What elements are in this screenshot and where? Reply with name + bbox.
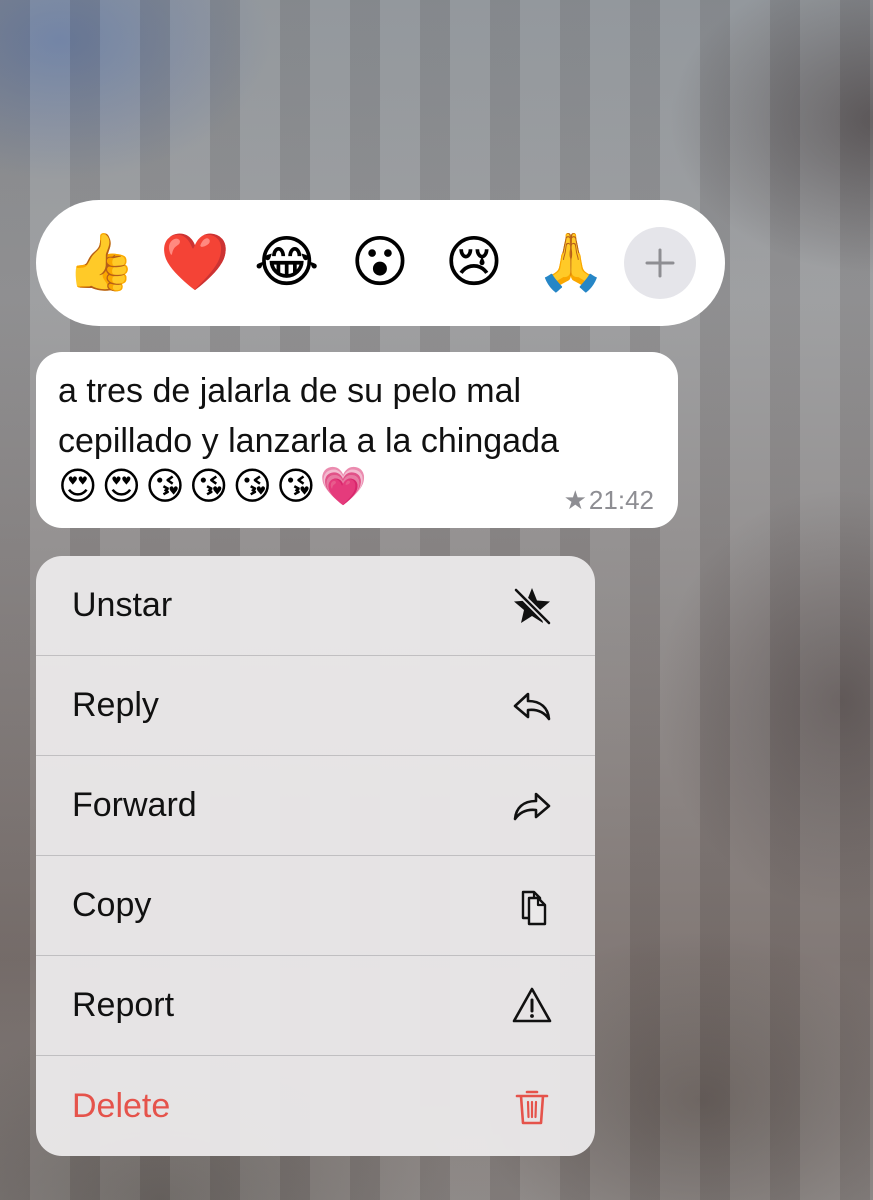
menu-item-report[interactable]: Report <box>36 956 595 1056</box>
reply-icon <box>509 683 555 729</box>
star-icon: ★ <box>563 485 587 516</box>
forward-icon <box>509 783 555 829</box>
message-emojis: 😍😍😘😘😘😘💗 <box>58 464 371 508</box>
reaction-red-heart[interactable]: ❤️ <box>160 231 230 295</box>
message-time: 21:42 <box>588 485 654 515</box>
menu-item-label: Report <box>72 986 175 1024</box>
message-text-line-2: cepillado y lanzarla a la chingada <box>58 422 559 460</box>
reaction-bar: 👍 ❤️ 😂 😮 😢 🙏 <box>36 200 725 326</box>
menu-item-reply[interactable]: Reply <box>36 656 595 756</box>
menu-item-delete[interactable]: Delete <box>36 1056 595 1156</box>
trash-icon <box>509 1083 555 1129</box>
reaction-thumbs-up[interactable]: 👍 <box>66 231 136 295</box>
menu-item-label: Delete <box>72 1086 171 1125</box>
report-icon <box>509 983 555 1029</box>
reaction-folded-hands[interactable]: 🙏 <box>536 231 606 295</box>
unstar-icon <box>509 583 555 629</box>
plus-icon <box>645 248 675 278</box>
message-bubble[interactable]: a tres de jalarla de su pelo mal cepilla… <box>36 352 678 528</box>
context-menu: Unstar Reply Forward Copy Report Delete <box>36 556 595 1156</box>
message-text-line-1: a tres de jalarla de su pelo mal <box>58 372 522 410</box>
menu-item-unstar[interactable]: Unstar <box>36 556 595 656</box>
menu-item-copy[interactable]: Copy <box>36 856 595 956</box>
menu-item-label: Unstar <box>72 586 173 624</box>
menu-item-forward[interactable]: Forward <box>36 756 595 856</box>
menu-item-label: Forward <box>72 786 197 824</box>
message-meta: ★ 21:42 <box>564 485 654 516</box>
menu-item-label: Reply <box>72 686 159 724</box>
reaction-tears-of-joy[interactable]: 😂 <box>254 231 319 295</box>
menu-item-label: Copy <box>72 886 152 924</box>
reaction-crying-face[interactable]: 😢 <box>442 231 506 295</box>
reaction-surprised-face[interactable]: 😮 <box>348 231 412 295</box>
more-reactions-button[interactable] <box>624 227 696 299</box>
copy-icon <box>509 883 555 929</box>
